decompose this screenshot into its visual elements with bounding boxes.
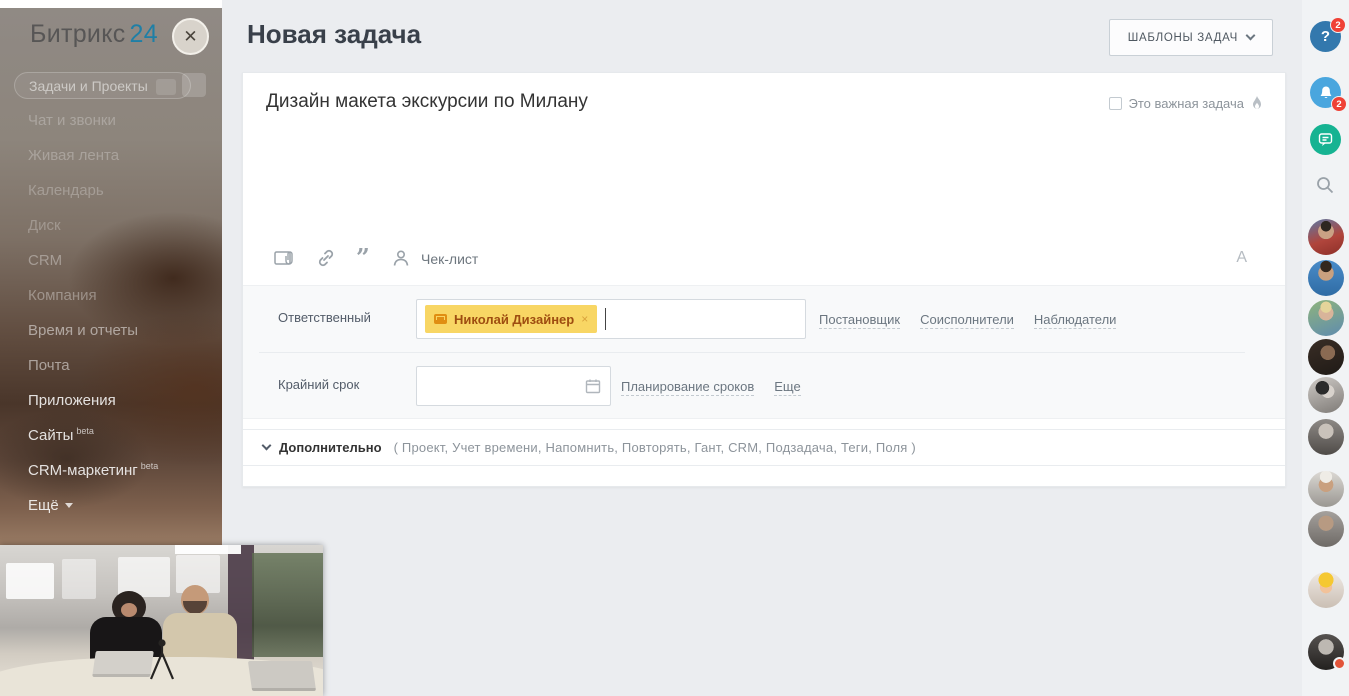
top-strip xyxy=(0,0,222,8)
sidebar-item-company[interactable]: Компания xyxy=(0,278,222,313)
time-planning-link[interactable]: Планирование сроков xyxy=(621,379,754,396)
task-title-input[interactable]: Дизайн макета экскурсии по Милану xyxy=(266,91,588,113)
sidebar-settings-icon[interactable] xyxy=(182,73,206,97)
avatar[interactable] xyxy=(1308,260,1344,296)
mention-person-icon[interactable] xyxy=(390,247,412,269)
responsible-label: Ответственный xyxy=(278,310,371,325)
sidebar-item-more[interactable]: Ещё xyxy=(0,488,222,523)
sidebar-item-crm[interactable]: CRM xyxy=(0,243,222,278)
participants-link[interactable]: Соисполнители xyxy=(920,312,1014,329)
status-badge xyxy=(1333,657,1346,670)
search-icon[interactable] xyxy=(1315,175,1335,195)
sidebar-item-chat[interactable]: Чат и звонки xyxy=(0,103,222,138)
notifications-button[interactable]: 2 xyxy=(1310,77,1341,108)
assignee-name: Николай Дизайнер xyxy=(454,312,574,327)
sidebar-item-mail[interactable]: Почта xyxy=(0,348,222,383)
avatar[interactable] xyxy=(1308,339,1344,375)
quote-icon[interactable]: ” xyxy=(356,249,378,271)
sidebar-item-calendar[interactable]: Календарь xyxy=(0,173,222,208)
calendar-icon[interactable] xyxy=(585,378,601,394)
task-templates-button[interactable]: ШАБЛОНЫ ЗАДАЧ xyxy=(1109,19,1273,56)
microphone-tripod xyxy=(142,637,182,685)
beta-tag: beta xyxy=(76,426,94,436)
help-button[interactable]: ? 2 xyxy=(1310,21,1341,52)
important-task-checkbox[interactable] xyxy=(1109,97,1122,110)
deadline-label: Крайний срок xyxy=(278,377,359,392)
laptop xyxy=(248,661,316,691)
text-format-button[interactable]: A xyxy=(1236,249,1247,267)
attach-file-icon[interactable] xyxy=(273,247,295,269)
description-editor[interactable] xyxy=(266,125,1263,237)
avatar[interactable] xyxy=(1308,572,1344,608)
editor-toolbar: ” Чек-лист A xyxy=(243,241,1285,277)
assignee-tag[interactable]: Николай Дизайнер × xyxy=(425,305,597,333)
right-rail: ? 2 2 xyxy=(1302,0,1349,696)
sidebar-item-label: Задачи и Проекты xyxy=(29,78,148,94)
chevron-down-icon xyxy=(65,503,73,508)
link-icon[interactable] xyxy=(315,247,337,269)
avatar[interactable] xyxy=(1308,219,1344,255)
background-wall xyxy=(252,553,323,657)
sidebar-item-tasks[interactable]: Задачи и Проекты xyxy=(0,68,222,103)
beta-tag: beta xyxy=(141,461,159,471)
more-link[interactable]: Еще xyxy=(774,379,800,396)
deadline-row: Крайний срок Планирование сроков Еще xyxy=(243,353,1285,419)
avatar[interactable] xyxy=(1308,511,1344,547)
page-title: Новая задача xyxy=(247,19,421,50)
avatar[interactable] xyxy=(1308,300,1344,336)
video-notch xyxy=(175,545,241,554)
logo-text: Битрикс xyxy=(30,20,126,48)
bitrix24-app: Битрикс24 ✕ Задачи и Проекты Чат и звонк… xyxy=(0,0,1349,696)
additional-options[interactable]: ( Проект, Учет времени, Напомнить, Повто… xyxy=(394,440,916,455)
sidebar-nav: Задачи и Проекты Чат и звонки Живая лент… xyxy=(0,68,222,523)
sidebar-item-time-reports[interactable]: Время и отчеты xyxy=(0,313,222,348)
window-shape xyxy=(62,559,96,599)
sidebar-item-drive[interactable]: Диск xyxy=(0,208,222,243)
deadline-input[interactable] xyxy=(416,366,611,406)
window-shape xyxy=(6,563,54,599)
main-content: Новая задача ШАБЛОНЫ ЗАДАЧ Дизайн макета… xyxy=(222,0,1302,696)
avatar[interactable] xyxy=(1308,634,1344,670)
sidebar-item-crm-marketing[interactable]: CRM-маркетингbeta xyxy=(0,453,222,488)
logo-number: 24 xyxy=(130,20,158,48)
avatar[interactable] xyxy=(1308,377,1344,413)
checklist-button[interactable]: Чек-лист xyxy=(421,251,478,267)
sidebar-item-apps[interactable]: Приложения xyxy=(0,383,222,418)
originator-link[interactable]: Постановщик xyxy=(819,312,900,329)
bell-icon xyxy=(1318,85,1334,101)
chevron-down-icon[interactable] xyxy=(262,441,272,451)
avatar[interactable] xyxy=(1308,471,1344,507)
presenter-left-face xyxy=(121,603,137,617)
notifications-badge: 2 xyxy=(1331,96,1347,112)
sidebar-item-sites[interactable]: Сайтыbeta xyxy=(0,418,222,453)
responsible-input[interactable]: Николай Дизайнер × xyxy=(416,299,806,339)
close-menu-button[interactable]: ✕ xyxy=(172,18,209,55)
text-cursor xyxy=(605,308,606,330)
help-badge: 2 xyxy=(1330,17,1346,33)
important-task-label: Это важная задача xyxy=(1129,96,1244,111)
messenger-button[interactable] xyxy=(1310,124,1341,155)
avatar[interactable] xyxy=(1308,419,1344,455)
chat-icon xyxy=(1317,131,1334,148)
user-tag-icon xyxy=(434,314,447,324)
additional-toggle[interactable]: Дополнительно xyxy=(279,440,382,455)
sidebar-item-badge xyxy=(156,79,176,95)
remove-assignee-icon[interactable]: × xyxy=(581,312,588,326)
responsible-row: Ответственный Николай Дизайнер × Постано… xyxy=(243,286,1285,352)
sidebar-item-feed[interactable]: Живая лента xyxy=(0,138,222,173)
additional-section: Дополнительно ( Проект, Учет времени, На… xyxy=(243,429,1285,466)
new-task-form: Дизайн макета экскурсии по Милану Это ва… xyxy=(242,72,1286,487)
flame-icon xyxy=(1251,96,1263,111)
task-fields-section: Ответственный Николай Дизайнер × Постано… xyxy=(243,285,1285,419)
chevron-down-icon xyxy=(1246,31,1256,41)
observers-link[interactable]: Наблюдатели xyxy=(1034,312,1117,329)
webcam-overlay xyxy=(0,545,323,696)
